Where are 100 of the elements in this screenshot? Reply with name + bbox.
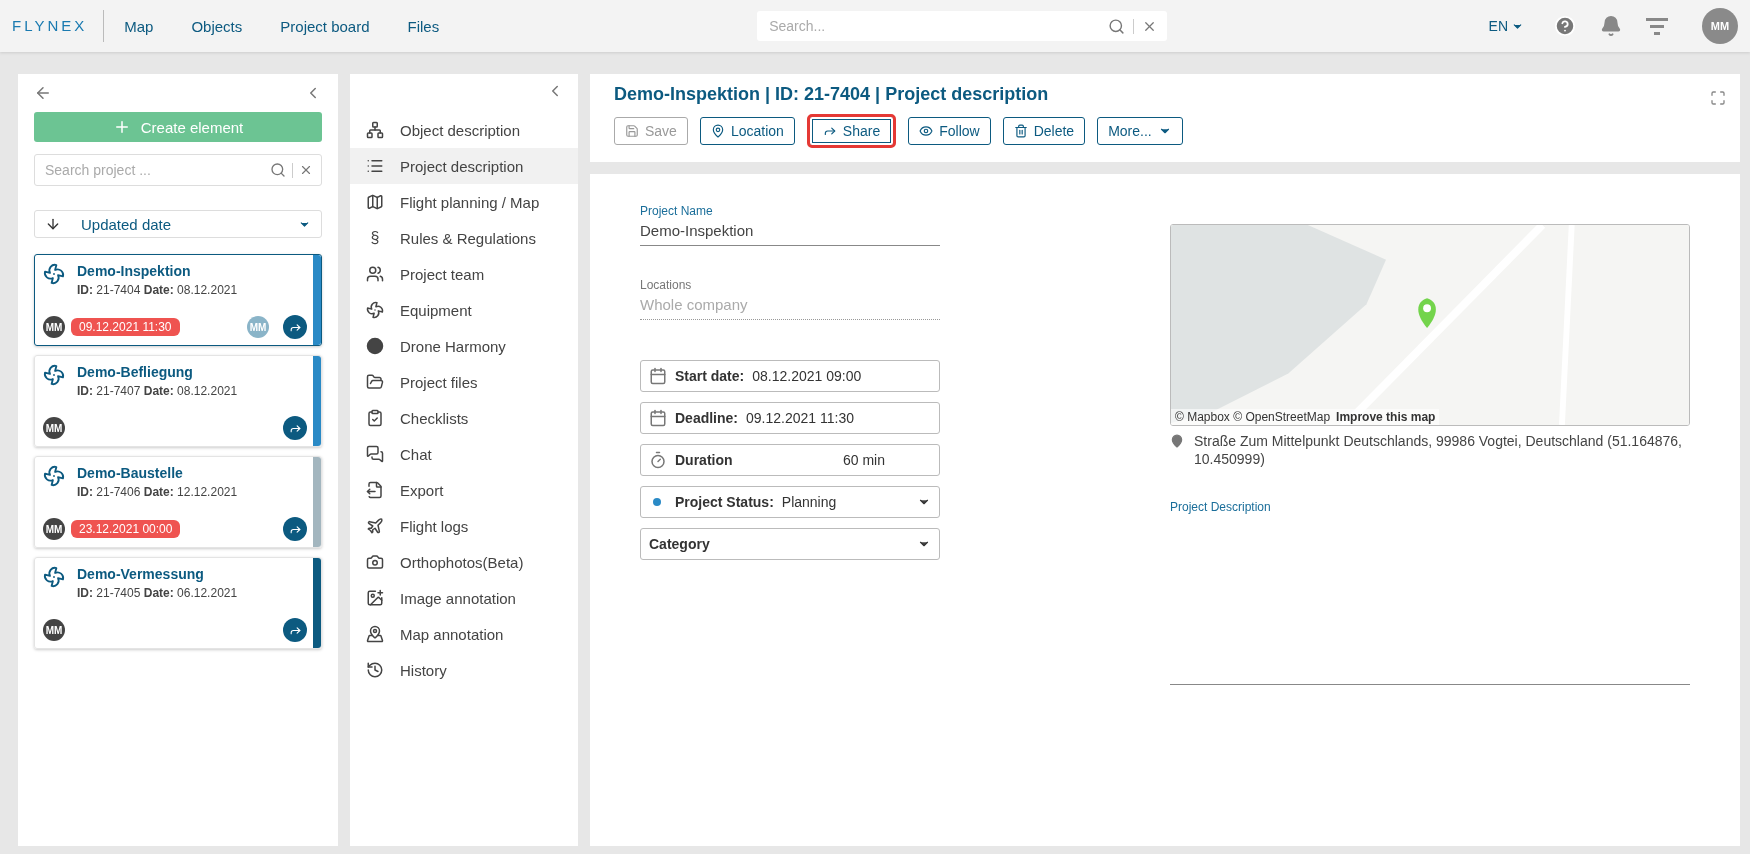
logo[interactable]: FLYNEX bbox=[12, 10, 105, 42]
section-nav-item[interactable]: Project team bbox=[350, 256, 578, 292]
nav-label: History bbox=[400, 661, 447, 679]
project-card[interactable]: Demo-Baustelle ID: 21-7406 Date: 12.12.2021 MM 23.12.2021 00:00 bbox=[34, 456, 322, 548]
project-title: Demo-Befliegung bbox=[77, 364, 194, 380]
improve-map-link[interactable]: Improve this map bbox=[1336, 410, 1436, 424]
plane-icon bbox=[366, 517, 384, 535]
map-icon bbox=[366, 193, 384, 211]
search-bar[interactable]: Search... bbox=[757, 11, 1168, 41]
nav-label: Orthophotos(Beta) bbox=[400, 553, 524, 571]
date-field[interactable]: Deadline: 09.12.2021 11:30 bbox=[640, 402, 940, 434]
field-label: Locations bbox=[640, 278, 693, 292]
nav-label: Chat bbox=[400, 445, 432, 463]
project-card[interactable]: Demo-Befliegung ID: 21-7407 Date: 08.12.2021 MM bbox=[34, 355, 322, 447]
nav-link[interactable]: Map bbox=[124, 17, 154, 35]
nav-label: Map annotation bbox=[400, 625, 504, 643]
project-meta: ID: 21-7405 Date: 06.12.2021 bbox=[77, 586, 238, 600]
follow-button[interactable]: Follow bbox=[908, 117, 991, 145]
section-nav-item[interactable]: Orthophotos(Beta) bbox=[350, 544, 578, 580]
section-nav-item[interactable]: Flight logs bbox=[350, 508, 578, 544]
owner-avatar: MM bbox=[43, 518, 65, 540]
section-nav-item[interactable]: Project description bbox=[350, 148, 578, 184]
nav-label: Flight logs bbox=[400, 517, 469, 535]
project-name-field[interactable]: Demo-Inspektion bbox=[640, 218, 940, 246]
status-select[interactable]: Project Status: Planning bbox=[640, 486, 940, 518]
member-avatar: MM bbox=[247, 316, 269, 338]
section-nav-item[interactable]: Object description bbox=[350, 112, 578, 148]
date-field[interactable]: Start date: 08.12.2021 09:00 bbox=[640, 360, 940, 392]
nav-link[interactable]: Files bbox=[407, 17, 440, 35]
project-meta: ID: 21-7406 Date: 12.12.2021 bbox=[77, 485, 238, 499]
hierarchy-icon bbox=[366, 121, 384, 139]
bell-icon[interactable] bbox=[1600, 15, 1622, 37]
section-nav-item[interactable]: Drone Harmony bbox=[350, 328, 578, 364]
project-title: Demo-Inspektion bbox=[77, 263, 192, 279]
delete-button[interactable]: Delete bbox=[1002, 117, 1086, 145]
section-nav-item[interactable]: Image annotation bbox=[350, 580, 578, 616]
share-icon[interactable] bbox=[283, 416, 307, 440]
section-nav-item[interactable]: Project files bbox=[350, 364, 578, 400]
language-select[interactable]: EN bbox=[1482, 17, 1530, 35]
share-icon[interactable] bbox=[283, 315, 307, 339]
search-icon[interactable] bbox=[270, 162, 286, 178]
share-icon[interactable] bbox=[283, 517, 307, 541]
help-icon[interactable] bbox=[1554, 15, 1576, 37]
project-meta: ID: 21-7407 Date: 08.12.2021 bbox=[77, 384, 238, 398]
section-nav-item[interactable]: Chat bbox=[350, 436, 578, 472]
project-card[interactable]: Demo-Inspektion ID: 21-7404 Date: 08.12.2021 MM 09.12.2021 11:30 MM bbox=[34, 254, 322, 346]
map-pin-icon bbox=[366, 625, 384, 643]
category-select[interactable]: Category bbox=[640, 528, 940, 560]
section-nav-item[interactable]: Map annotation bbox=[350, 616, 578, 652]
sort-select[interactable]: Updated date bbox=[34, 210, 322, 238]
nav-label: Equipment bbox=[400, 301, 472, 319]
map-pin-icon bbox=[710, 124, 725, 138]
project-meta: ID: 21-7404 Date: 08.12.2021 bbox=[77, 283, 238, 297]
expand-icon[interactable] bbox=[1710, 90, 1726, 106]
share-button[interactable]: Share bbox=[806, 114, 897, 148]
close-icon[interactable] bbox=[299, 163, 313, 177]
nav-label: Project description bbox=[400, 157, 524, 175]
project-title: Demo-Vermessung bbox=[77, 566, 205, 582]
calendar-icon bbox=[649, 409, 667, 427]
timer-icon bbox=[649, 451, 667, 469]
team-icon bbox=[366, 265, 384, 283]
filter-icon[interactable] bbox=[1646, 17, 1668, 35]
owner-avatar: MM bbox=[43, 417, 65, 439]
nav-label: Flight planning / Map bbox=[400, 193, 540, 211]
search-icon[interactable] bbox=[1108, 17, 1126, 35]
nav-link[interactable]: Project board bbox=[280, 17, 370, 35]
calendar-icon bbox=[649, 367, 667, 385]
share-icon[interactable] bbox=[283, 618, 307, 642]
section-nav-item[interactable]: History bbox=[350, 652, 578, 688]
chat-icon bbox=[366, 445, 384, 463]
section-nav-item[interactable]: Flight planning / Map bbox=[350, 184, 578, 220]
deadline-badge: 23.12.2021 00:00 bbox=[71, 520, 181, 538]
field-label: Project Name bbox=[640, 204, 714, 218]
save-icon bbox=[625, 124, 639, 138]
duration-field[interactable]: Duration 60 min bbox=[640, 444, 940, 476]
more-button[interactable]: More... bbox=[1097, 117, 1183, 145]
back-icon[interactable] bbox=[34, 84, 52, 102]
clipboard-icon bbox=[366, 409, 384, 427]
image-icon bbox=[366, 589, 384, 607]
map-attribution: © Mapbox © OpenStreetMap bbox=[1175, 410, 1331, 424]
export-icon bbox=[366, 481, 384, 499]
nav-label: Object description bbox=[400, 121, 521, 139]
eye-icon bbox=[919, 124, 934, 138]
folder-icon bbox=[366, 373, 384, 391]
location-button[interactable]: Location bbox=[699, 117, 795, 145]
nav-label: Rules & Regulations bbox=[400, 229, 536, 247]
nav-label: Image annotation bbox=[400, 589, 516, 607]
history-icon bbox=[366, 661, 384, 679]
nav-label: Export bbox=[400, 481, 444, 499]
search-bar[interactable]: Search project ... bbox=[34, 154, 322, 186]
nav-link[interactable]: Objects bbox=[191, 17, 243, 35]
section-sign: § bbox=[369, 229, 381, 247]
section-nav-item[interactable]: Checklists bbox=[350, 400, 578, 436]
section-nav-item[interactable]: § Rules & Regulations bbox=[350, 220, 578, 256]
map-pin-icon bbox=[1170, 434, 1184, 448]
project-card[interactable]: Demo-Vermessung ID: 21-7405 Date: 06.12.2021 MM bbox=[34, 557, 322, 649]
page-title: Demo-Inspektion | ID: 21-7404 | Project description bbox=[614, 84, 1050, 105]
nav-label: Checklists bbox=[400, 409, 469, 427]
section-nav-item[interactable]: Equipment bbox=[350, 292, 578, 328]
section-nav-item[interactable]: Export bbox=[350, 472, 578, 508]
